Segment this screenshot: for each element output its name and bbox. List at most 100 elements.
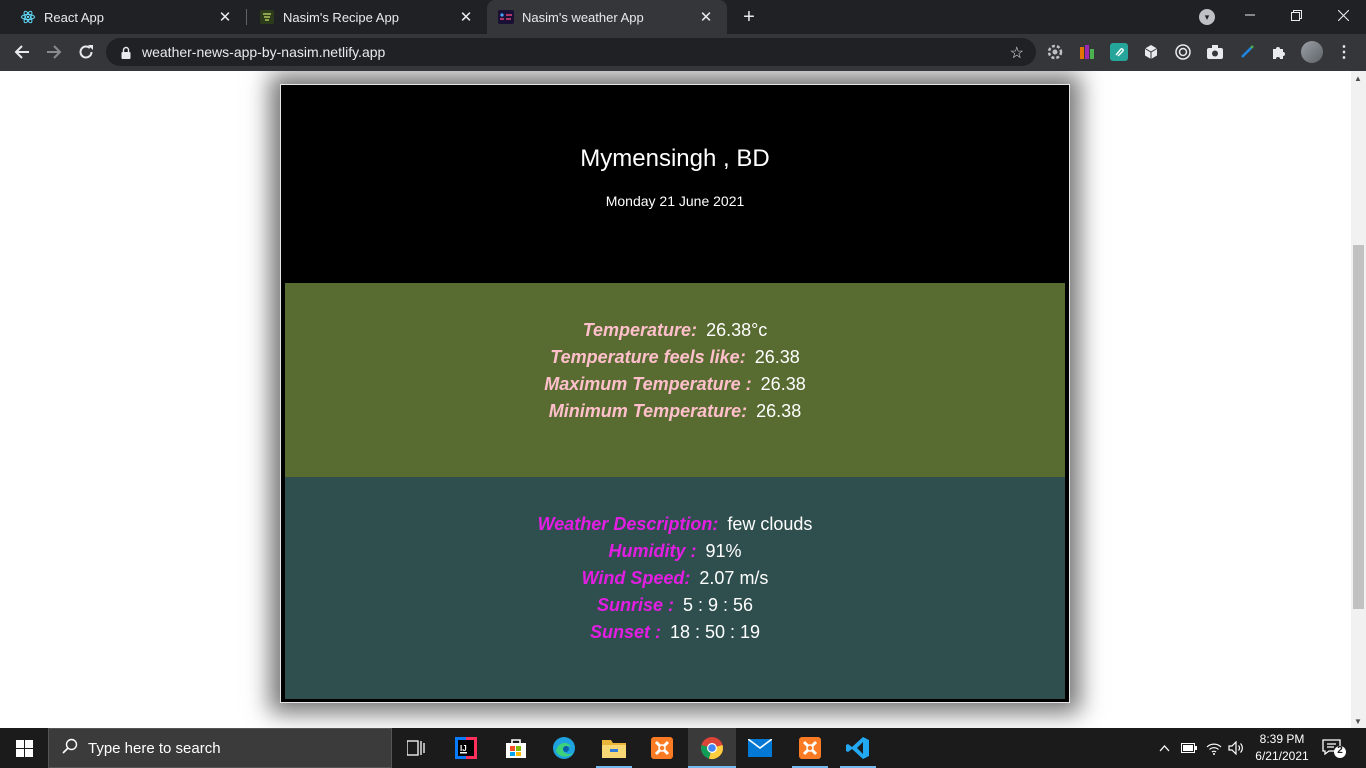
extension-gear-icon[interactable] <box>1046 43 1064 61</box>
extension-target-icon[interactable] <box>1174 43 1192 61</box>
feels-like-label: Temperature feels like: <box>550 347 746 367</box>
taskbar-store[interactable] <box>492 728 540 768</box>
tab-search-icon[interactable]: ▾ <box>1199 9 1215 25</box>
taskbar-chrome[interactable] <box>688 728 736 768</box>
windows-logo-icon <box>15 739 33 757</box>
restore-button[interactable] <box>1273 0 1319 30</box>
speaker-icon <box>1228 741 1243 755</box>
taskbar-vscode[interactable] <box>834 728 882 768</box>
close-tab-icon[interactable]: ✕ <box>457 8 475 26</box>
tab-strip: React App ✕ Nasim's Recipe App ✕ Nasim's… <box>0 0 1366 34</box>
tab-recipe-app[interactable]: Nasim's Recipe App ✕ <box>239 0 487 34</box>
reload-button[interactable] <box>72 38 100 66</box>
show-hidden-icons[interactable] <box>1155 728 1173 768</box>
taskbar-edge[interactable] <box>540 728 588 768</box>
task-view-button[interactable] <box>392 728 440 768</box>
close-tab-icon[interactable]: ✕ <box>697 8 715 26</box>
wifi-icon <box>1206 743 1222 755</box>
sunrise-row: Sunrise : 5 : 9 : 56 <box>285 594 1065 616</box>
extension-cube-icon[interactable] <box>1142 43 1160 61</box>
taskbar-mail[interactable] <box>736 728 784 768</box>
browser-toolbar: weather-news-app-by-nasim.netlify.app ☆ … <box>0 34 1366 71</box>
taskbar-xampp-control[interactable] <box>786 728 834 768</box>
wind-speed-row: Wind Speed: 2.07 m/s <box>285 567 1065 589</box>
feels-like-value: 26.38 <box>754 347 800 367</box>
notification-count: 2 <box>1337 745 1343 756</box>
taskbar-intellij[interactable]: IJ <box>442 728 490 768</box>
profile-avatar[interactable] <box>1301 41 1323 63</box>
weather-icon <box>498 9 514 25</box>
new-tab-button[interactable]: + <box>738 6 760 28</box>
bookmark-star-icon[interactable]: ☆ <box>1010 43 1024 63</box>
sunrise-label: Sunrise : <box>596 595 674 615</box>
browser-menu-icon[interactable]: ⋮ <box>1336 42 1352 62</box>
volume-control[interactable] <box>1226 728 1246 768</box>
max-temperature-label: Maximum Temperature : <box>544 374 752 394</box>
temperature-value: 26.38°c <box>706 320 768 340</box>
description-row: Weather Description: few clouds <box>285 513 1065 535</box>
taskbar-file-explorer[interactable] <box>590 728 638 768</box>
page-viewport: Mymensingh , BD Monday 21 June 2021 Temp… <box>0 71 1366 728</box>
temperature-label: Temperature: <box>582 320 698 340</box>
scrollbar-thumb[interactable] <box>1353 245 1364 609</box>
chrome-icon <box>701 737 723 759</box>
lock-icon[interactable] <box>120 45 132 59</box>
scroll-down-arrow-icon[interactable]: ▼ <box>1354 717 1362 726</box>
recipe-icon <box>259 9 275 25</box>
network-status[interactable] <box>1204 728 1224 768</box>
edge-icon <box>553 737 575 759</box>
sunset-label: Sunset : <box>589 622 661 642</box>
tab-title: React App <box>44 9 104 25</box>
battery-status[interactable] <box>1178 728 1200 768</box>
extension-grid-icon[interactable] <box>1078 43 1096 61</box>
taskbar-search-box[interactable]: Type here to search <box>48 728 392 768</box>
minimize-button[interactable] <box>1227 0 1273 30</box>
task-view-icon <box>407 740 425 756</box>
forward-button[interactable] <box>40 38 68 66</box>
tab-react-app[interactable]: React App ✕ <box>0 0 246 34</box>
humidity-label: Humidity : <box>608 541 697 561</box>
tab-weather-app[interactable]: Nasim's weather App ✕ <box>487 0 727 34</box>
sunset-row: Sunset : 18 : 50 : 19 <box>285 621 1065 643</box>
taskbar-xampp[interactable] <box>638 728 686 768</box>
min-temperature-label: Minimum Temperature: <box>548 401 748 421</box>
system-clock[interactable]: 8:39 PM 6/21/2021 <box>1250 731 1314 765</box>
extension-camera-icon[interactable] <box>1206 43 1224 61</box>
weather-card: Mymensingh , BD Monday 21 June 2021 Temp… <box>280 84 1070 703</box>
temperature-panel: Temperature: 26.38°c Temperature feels li… <box>285 283 1065 477</box>
clock-date: 6/21/2021 <box>1255 749 1309 763</box>
extensions-puzzle-icon[interactable] <box>1270 43 1288 61</box>
tab-title: Nasim's weather App <box>522 9 644 25</box>
max-temperature-row: Maximum Temperature : 26.38 <box>285 373 1065 395</box>
weather-details-panel: Weather Description: few clouds Humidity … <box>285 477 1065 699</box>
intellij-icon: IJ <box>455 737 477 759</box>
xampp-icon <box>651 737 673 759</box>
extension-clip-icon[interactable] <box>1110 43 1128 61</box>
battery-icon <box>1181 743 1197 753</box>
close-window-button[interactable] <box>1320 0 1366 30</box>
react-icon <box>20 9 36 25</box>
windows-taskbar: Type here to search IJ 8:39 PM 6/21/2021… <box>0 728 1366 768</box>
wind-speed-label: Wind Speed: <box>581 568 691 588</box>
city-name: Mymensingh , BD <box>580 145 770 172</box>
start-button[interactable] <box>0 728 48 768</box>
vscode-icon <box>846 737 869 759</box>
address-bar[interactable]: weather-news-app-by-nasim.netlify.app ☆ <box>106 38 1036 66</box>
action-center-button[interactable]: 2 <box>1322 737 1346 759</box>
mail-icon <box>748 739 772 757</box>
description-label: Weather Description: <box>537 514 719 534</box>
max-temperature-value: 26.38 <box>760 374 806 394</box>
folder-icon <box>602 740 626 758</box>
back-button[interactable] <box>8 38 36 66</box>
xampp-control-icon <box>799 737 821 759</box>
sunrise-value: 5 : 9 : 56 <box>682 595 754 615</box>
scroll-up-arrow-icon[interactable]: ▲ <box>1354 74 1362 83</box>
close-tab-icon[interactable]: ✕ <box>216 8 234 26</box>
humidity-value: 91% <box>705 541 742 561</box>
search-icon <box>62 738 78 759</box>
store-bag-icon <box>506 739 526 758</box>
extension-pen-icon[interactable] <box>1238 43 1256 61</box>
clock-time: 8:39 PM <box>1259 732 1305 746</box>
svg-text:IJ: IJ <box>460 744 467 753</box>
vertical-scrollbar[interactable]: ▲ ▼ <box>1351 71 1366 728</box>
